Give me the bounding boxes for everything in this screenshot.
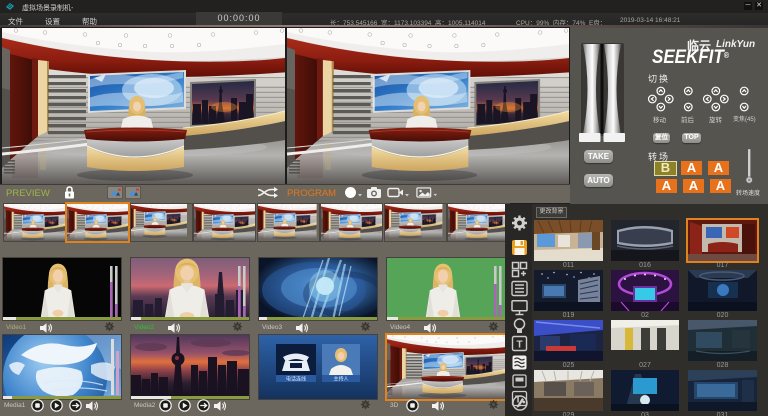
svg-text:主持人: 主持人 <box>333 376 348 383</box>
svg-text:电话连线: 电话连线 <box>286 376 306 383</box>
svg-text:T: T <box>516 340 522 351</box>
